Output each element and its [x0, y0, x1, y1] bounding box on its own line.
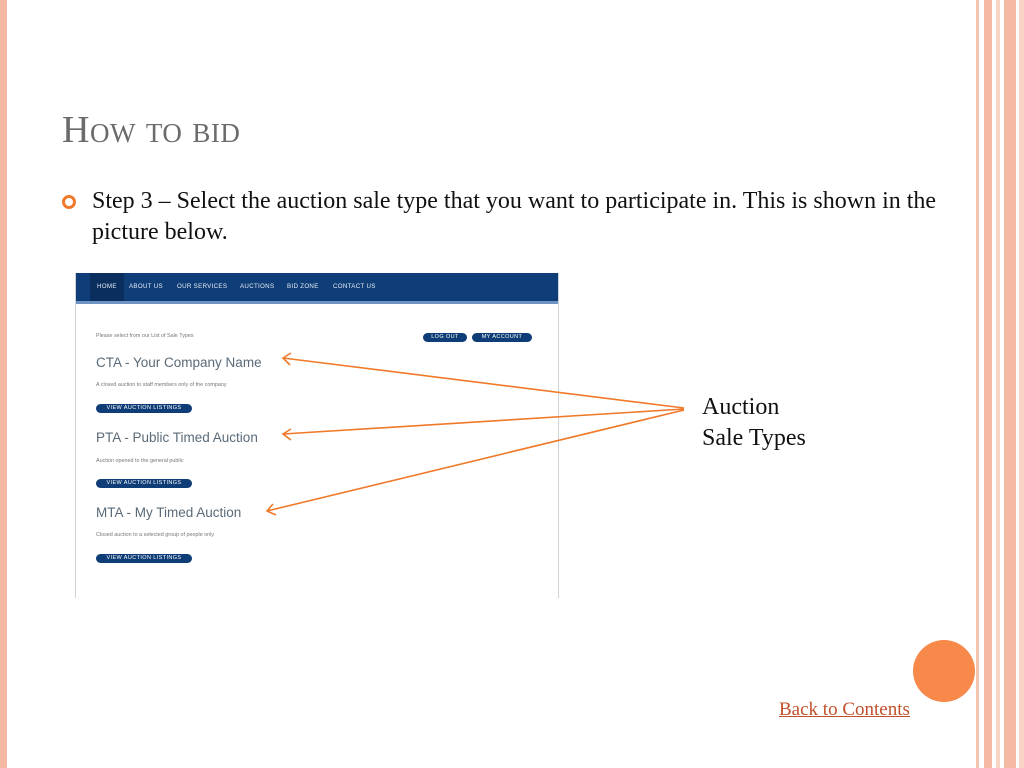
logout-button[interactable]: LOG OUT	[423, 333, 467, 342]
nav-auctions[interactable]: AUCTIONS	[240, 273, 274, 301]
sale-type-title: MTA - My Timed Auction	[96, 505, 242, 520]
left-border-stripe	[0, 0, 7, 768]
sale-type-title: PTA - Public Timed Auction	[96, 430, 258, 445]
slide-title: How to bid	[62, 109, 241, 151]
auction-sale-types-label: Auction Sale Types	[702, 392, 806, 454]
nav-bid-zone[interactable]: BID ZONE	[287, 273, 319, 301]
site-navbar: HOME ABOUT US OUR SERVICES AUCTIONS BID …	[76, 273, 558, 304]
sale-types-intro: Please select from our List of Sale Type…	[96, 333, 194, 339]
bullet-text: Step 3 – Select the auction sale type th…	[92, 188, 937, 245]
view-auction-listings-button[interactable]: VIEW AUCTION LISTINGS	[96, 479, 192, 488]
nav-our-services[interactable]: OUR SERVICES	[177, 273, 227, 301]
nav-about-us[interactable]: ABOUT US	[129, 273, 163, 301]
nav-home[interactable]: HOME	[90, 273, 124, 301]
auction-website-screenshot: HOME ABOUT US OUR SERVICES AUCTIONS BID …	[75, 273, 559, 598]
sale-type-description: A closed auction to staff members only o…	[96, 382, 227, 388]
decorative-circle	[913, 640, 975, 702]
view-auction-listings-button[interactable]: VIEW AUCTION LISTINGS	[96, 554, 192, 563]
bullet-circle-icon	[62, 195, 76, 209]
annotation-line-1: Auction	[702, 394, 780, 420]
sale-type-title: CTA - Your Company Name	[96, 355, 262, 370]
sale-type-description: Auction opened to the general public	[96, 458, 184, 464]
right-border-stripes	[976, 0, 1024, 768]
nav-contact-us[interactable]: CONTACT US	[333, 273, 376, 301]
bullet-item: Step 3 – Select the auction sale type th…	[62, 186, 962, 248]
my-account-button[interactable]: MY ACCOUNT	[472, 333, 532, 342]
sale-type-description: Closed auction to a selected group of pe…	[96, 532, 215, 538]
annotation-line-2: Sale Types	[702, 425, 806, 451]
back-to-contents-link[interactable]: Back to Contents	[779, 699, 910, 721]
view-auction-listings-button[interactable]: VIEW AUCTION LISTINGS	[96, 404, 192, 413]
